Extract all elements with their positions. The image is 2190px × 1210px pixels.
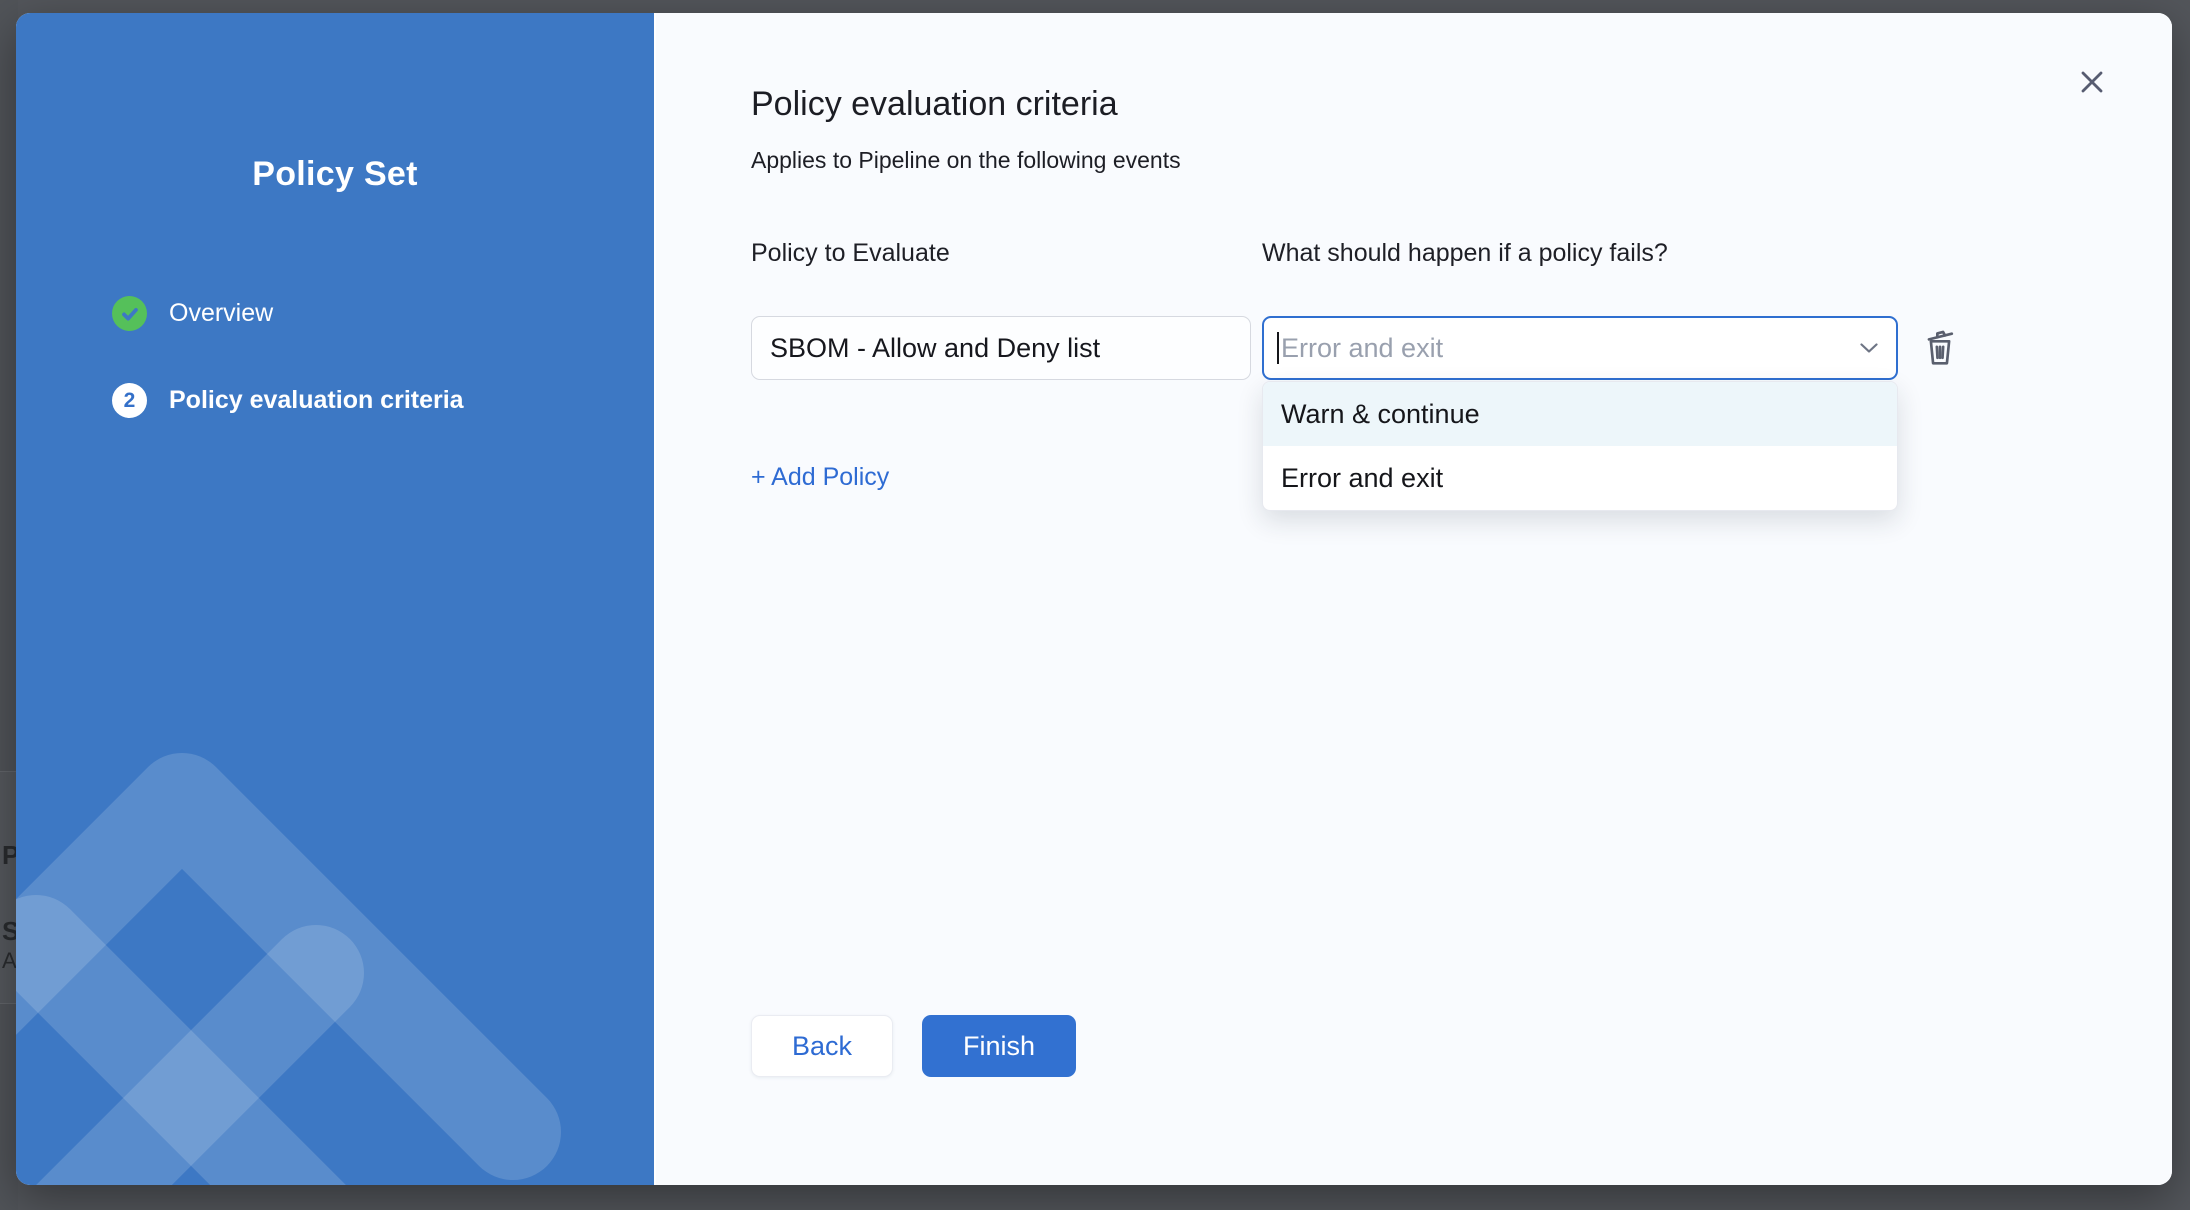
modal-content: Policy evaluation criteria Applies to Pi… (656, 13, 2172, 1185)
wizard-steps: Overview 2 Policy evaluation criteria (112, 296, 464, 470)
combobox-dropdown-menu: Warn & continue Error and exit (1262, 381, 1898, 511)
step-label: Overview (169, 299, 273, 328)
step-overview[interactable]: Overview (112, 296, 464, 331)
text-cursor (1277, 332, 1279, 364)
step-completed-check-icon (112, 296, 147, 331)
close-icon (2075, 65, 2109, 99)
combobox-placeholder: Error and exit (1281, 333, 1860, 364)
policy-to-evaluate-label: Policy to Evaluate (751, 239, 950, 268)
finish-button[interactable]: Finish (922, 1015, 1076, 1077)
wizard-title: Policy Set (16, 13, 654, 194)
add-policy-link[interactable]: + Add Policy (751, 463, 889, 492)
trash-icon (1921, 324, 1959, 368)
back-button[interactable]: Back (751, 1015, 893, 1077)
option-warn-continue[interactable]: Warn & continue (1263, 382, 1897, 446)
chevron-down-icon (1860, 343, 1878, 353)
page-title: Policy evaluation criteria (751, 85, 1118, 124)
option-error-exit[interactable]: Error and exit (1263, 446, 1897, 510)
policy-to-evaluate-input[interactable] (751, 316, 1251, 380)
delete-policy-button[interactable] (1918, 323, 1962, 371)
policy-fail-combobox[interactable]: Error and exit (1262, 316, 1898, 380)
step-policy-evaluation-criteria[interactable]: 2 Policy evaluation criteria (112, 383, 464, 418)
background-text-fragment: A (2, 948, 17, 974)
step-label: Policy evaluation criteria (169, 386, 464, 415)
policy-fail-label: What should happen if a policy fails? (1262, 239, 1668, 268)
wizard-sidebar: Policy Set Overview 2 Policy evaluation … (16, 13, 656, 1185)
close-button[interactable] (2070, 61, 2114, 105)
policy-set-modal: Policy Set Overview 2 Policy evaluation … (16, 13, 2172, 1185)
screen: P S A Policy Set Overview 2 Policy ev (0, 0, 2190, 1210)
page-subtitle: Applies to Pipeline on the following eve… (751, 147, 1181, 174)
step-number-badge: 2 (112, 383, 147, 418)
